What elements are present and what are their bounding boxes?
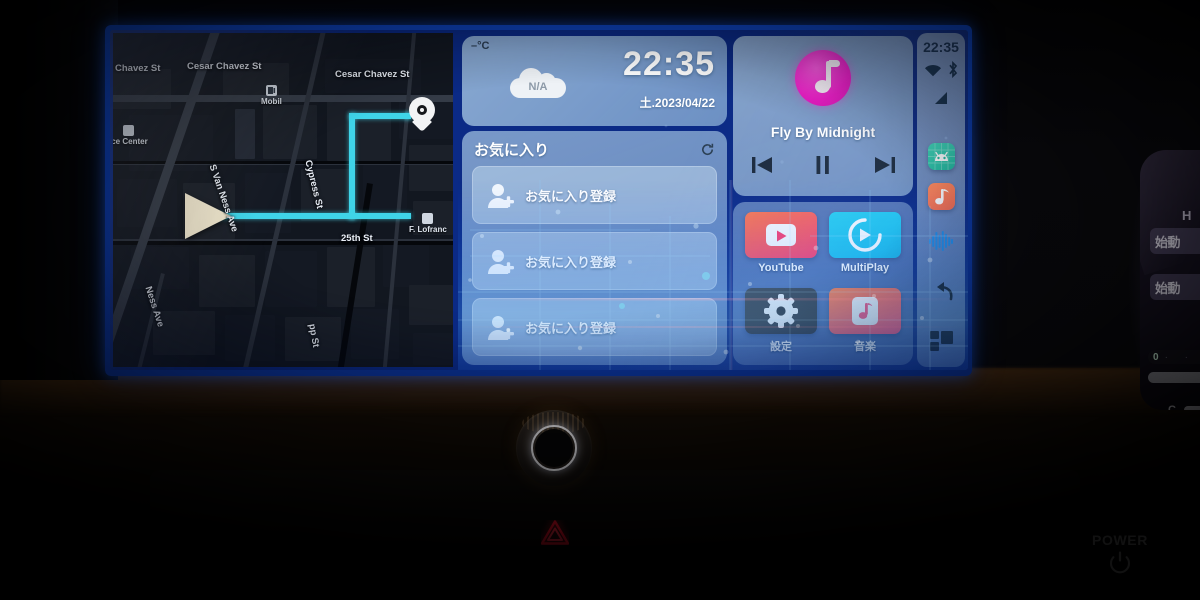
hazard-warning-button[interactable] (540, 520, 570, 545)
favorites-title: お気に入り (474, 142, 550, 159)
wifi-icon (924, 63, 942, 83)
youtube-icon (745, 212, 817, 258)
map-poi-mobil[interactable]: Mobil (261, 85, 282, 106)
app-label: 音楽 (854, 341, 876, 353)
app-tile-music[interactable]: 音楽 (829, 288, 901, 354)
status-sidebar: 22:35 (917, 33, 965, 367)
refresh-icon[interactable] (700, 142, 715, 157)
favorite-label: お気に入り登録 (525, 321, 617, 336)
cluster-temp-bar (1184, 406, 1200, 410)
instrument-cluster: H 始動 始動 0 · · C (1140, 150, 1200, 410)
map-poi-ice-center[interactable]: ice Center (113, 125, 148, 146)
favorite-row[interactable]: お気に入り登録 (472, 166, 717, 224)
head-unit-screen[interactable]: Chavez St Cesar Chavez St Cesar Chavez S… (105, 25, 972, 376)
power-label: POWER (1092, 532, 1148, 548)
cluster-progress-bar (1148, 372, 1200, 383)
map-street-label: Cesar Chavez St (335, 69, 410, 80)
app-label: MultiPlay (840, 262, 890, 274)
gas-station-icon (265, 85, 277, 96)
cluster-gauge-zero: 0 (1153, 351, 1159, 363)
cluster-start-button-1: 始動 (1150, 228, 1200, 254)
skip-next-icon[interactable] (872, 152, 898, 178)
knob-illuminated-ring (531, 425, 577, 471)
dashboard-scene: H 始動 始動 0 · · C Chavez St Cesar Chavez S… (0, 0, 1200, 600)
map-street-label: Cesar Chavez St (187, 61, 262, 72)
app-label: 設定 (770, 341, 792, 353)
screen-surface: Chavez St Cesar Chavez St Cesar Chavez S… (110, 30, 968, 370)
app-tile-settings[interactable]: 設定 (745, 288, 817, 354)
android-auto-icon[interactable] (928, 143, 955, 170)
cluster-gauge-dots: · · (1164, 351, 1196, 363)
building-icon (422, 213, 434, 224)
rotary-control-knob[interactable] (516, 410, 592, 486)
power-button[interactable]: POWER (1075, 532, 1165, 576)
music-icon[interactable] (928, 183, 955, 210)
cabin-left-shadow (0, 0, 118, 380)
weather-clock-widget[interactable]: –°C N/A 22:35 土.2023/04/22 (462, 36, 727, 126)
media-widget[interactable]: Fly By Midnight (733, 36, 913, 196)
app-label: YouTube (758, 262, 804, 274)
weather-condition-text: N/A (528, 81, 548, 93)
media-track-title: Fly By Midnight (770, 124, 876, 140)
cluster-temp-label: C (1168, 404, 1176, 410)
voice-waveform-icon[interactable] (928, 231, 954, 256)
signal-icon (933, 91, 949, 110)
map-street-label: Ness Ave (142, 285, 167, 329)
music-circle-icon (795, 50, 851, 106)
map-poi-label: F. Lofranc (409, 225, 447, 234)
power-symbol-icon (1107, 550, 1133, 576)
pause-icon[interactable] (810, 152, 836, 178)
map-street-label: Chavez St (115, 63, 161, 74)
favorite-label: お気に入り登録 (525, 189, 617, 204)
bluetooth-icon (947, 60, 959, 83)
map-poi-label: ice Center (113, 137, 148, 146)
music-note-icon (829, 288, 901, 334)
map-poi-lofranc[interactable]: F. Lofranc (409, 213, 447, 234)
back-arrow-icon[interactable] (929, 281, 954, 307)
app-grid-widget: YouTube MultiPlay 設定 音楽 (733, 202, 913, 365)
favorite-label: お気に入り登録 (525, 255, 617, 270)
favorites-widget[interactable]: お気に入り お気に入り登録 お気に入り登録 お気に入り登録 (462, 131, 727, 365)
destination-pin[interactable] (409, 97, 435, 132)
favorite-row[interactable]: お気に入り登録 (472, 298, 717, 356)
add-contact-icon (485, 181, 515, 211)
cloud-icon: N/A (510, 68, 566, 98)
building-icon (122, 125, 134, 136)
statusbar-time: 22:35 (923, 39, 959, 55)
skip-previous-icon[interactable] (749, 152, 775, 178)
gear-icon (745, 288, 817, 334)
map-street-label: 25th St (341, 233, 373, 244)
cluster-heading: H (1182, 208, 1192, 223)
multiplay-icon (829, 212, 901, 258)
favorite-row[interactable]: お気に入り登録 (472, 232, 717, 290)
clock-date: 土.2023/04/22 (639, 96, 715, 110)
map-pane[interactable]: Chavez St Cesar Chavez St Cesar Chavez S… (113, 33, 453, 367)
temperature-unit-label: –°C (471, 40, 490, 52)
center-console-panel (150, 470, 1080, 600)
add-contact-icon (485, 247, 515, 277)
recent-apps-icon[interactable] (930, 331, 953, 356)
app-tile-youtube[interactable]: YouTube (745, 212, 817, 274)
clock-time: 22:35 (623, 45, 715, 83)
app-tile-multiplay[interactable]: MultiPlay (829, 212, 901, 274)
cluster-gauge: 0 · · (1148, 350, 1200, 364)
cluster-start-button-2: 始動 (1150, 274, 1200, 300)
map-poi-label: Mobil (261, 97, 282, 106)
add-contact-icon (485, 313, 515, 343)
